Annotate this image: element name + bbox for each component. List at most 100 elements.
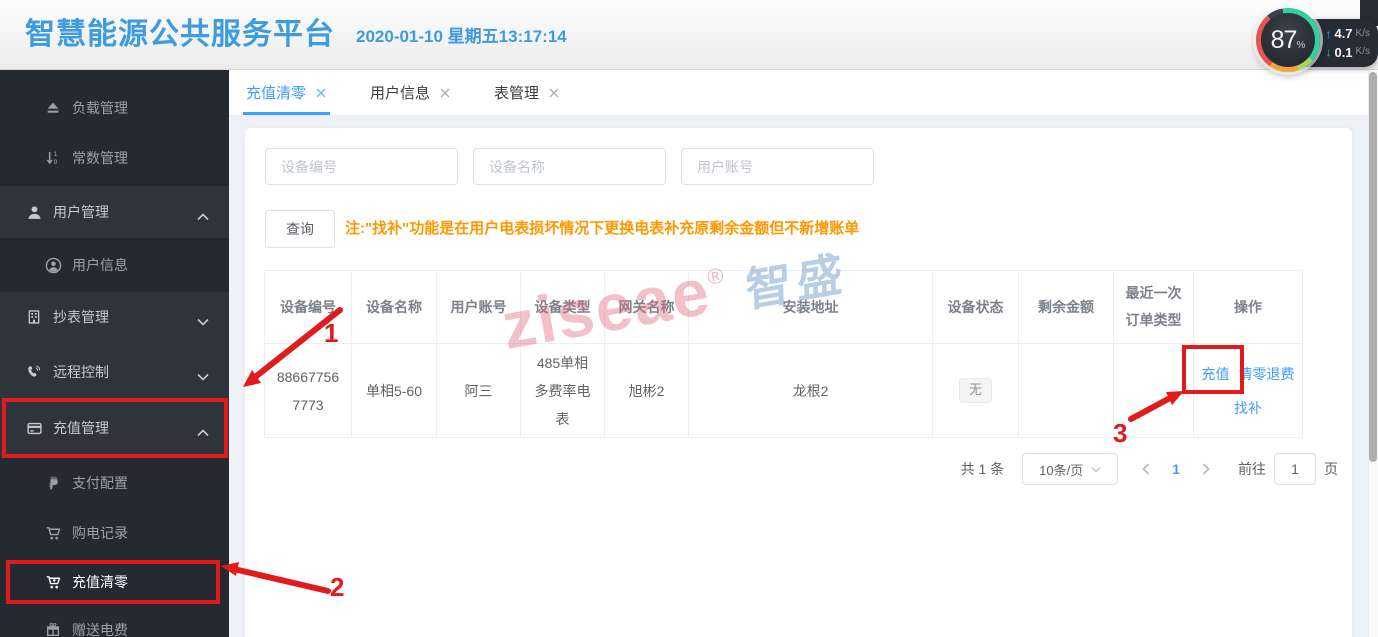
- tab-bar: 充值清零 用户信息 表管理: [229, 70, 1378, 116]
- cell-device-name: 单相5-60: [352, 344, 437, 438]
- page-unit-label: 页: [1324, 459, 1338, 479]
- sidebar-item-label: 充值管理: [53, 418, 109, 438]
- cell-device-type: 485单相多费率电表: [521, 344, 605, 438]
- phone-volume-icon: [25, 363, 43, 381]
- goto-page-input[interactable]: [1274, 453, 1316, 485]
- sidebar-item-label: 用户管理: [53, 202, 109, 222]
- gift-icon: [44, 621, 62, 637]
- page-title: 智慧能源公共服务平台: [25, 0, 335, 70]
- sidebar-item-recharge-mgmt[interactable]: 充值管理: [0, 406, 229, 450]
- cell-remaining-amount: [1019, 344, 1114, 438]
- pagination: 共 1 条 10条/页 1 前往 页: [961, 453, 1338, 485]
- reset-refund-link[interactable]: 清零退费: [1239, 360, 1295, 388]
- tab-label: 用户信息: [370, 82, 430, 103]
- tab-meter-mgmt[interactable]: 表管理: [491, 70, 563, 115]
- upload-speed-unit: K/s: [1356, 29, 1370, 39]
- recharge-link[interactable]: 充值: [1202, 360, 1230, 388]
- sidebar-item-recharge-reset[interactable]: 充值清零: [0, 560, 229, 604]
- close-icon[interactable]: [548, 87, 560, 99]
- download-speed-value: 0.1: [1334, 46, 1352, 59]
- header-datetime: 2020-01-10 星期五13:17:14: [356, 0, 567, 74]
- svg-text:1: 1: [54, 151, 58, 158]
- chevron-up-icon: [197, 208, 209, 224]
- current-page[interactable]: 1: [1172, 461, 1180, 477]
- sidebar-item-meter-reading[interactable]: 抄表管理: [0, 295, 229, 339]
- sidebar: 负载管理 19 常数管理 用户管理 用户信息: [0, 70, 229, 637]
- sidebar-item-load-mgmt[interactable]: 负载管理: [0, 86, 229, 130]
- sidebar-item-label: 购电记录: [72, 523, 128, 543]
- battery-ring-core: 87 %: [1261, 13, 1315, 67]
- scrollbar-thumb[interactable]: [1369, 72, 1377, 462]
- cart-arrow-down-icon: [44, 573, 62, 591]
- tab-recharge-reset[interactable]: 充值清零: [243, 70, 330, 115]
- col-remaining-amount: 剩余金额: [1019, 271, 1114, 344]
- col-last-order-type: 最近一次订单类型: [1114, 271, 1194, 344]
- query-button[interactable]: 查询: [265, 210, 335, 248]
- col-device-type: 设备类型: [521, 271, 605, 344]
- sidebar-item-purchase-records[interactable]: 购电记录: [0, 511, 229, 555]
- user-circle-icon: [44, 256, 62, 274]
- download-speed-row: ↓ 0.1 K/s: [1316, 46, 1370, 59]
- battery-ring-widget[interactable]: 87 %: [1256, 8, 1320, 72]
- goto-label: 前往: [1238, 459, 1266, 479]
- device-name-input[interactable]: [473, 148, 666, 185]
- device-table: 设备编号 设备名称 用户账号 设备类型 网关名称 安装地址 设备状态 剩余金额 …: [264, 270, 1302, 438]
- chevron-down-icon: [1091, 466, 1101, 473]
- col-install-address: 安装地址: [689, 271, 933, 344]
- status-badge: 无: [959, 378, 992, 403]
- makeup-link[interactable]: 找补: [1234, 394, 1262, 422]
- prev-page-button[interactable]: [1142, 463, 1150, 475]
- credit-card-icon: [25, 419, 43, 437]
- sidebar-item-label: 用户信息: [72, 255, 128, 275]
- page-size-value: 10条/页: [1039, 460, 1083, 479]
- download-arrow-icon: ↓: [1325, 46, 1331, 58]
- sidebar-item-label: 支付配置: [72, 473, 128, 493]
- user-account-input[interactable]: [681, 148, 874, 185]
- upload-speed-row: ↑ 4.7 K/s: [1316, 27, 1370, 40]
- cell-device-no: 886677567773: [265, 344, 352, 438]
- tab-label: 表管理: [494, 82, 539, 103]
- sidebar-item-user-mgmt[interactable]: 用户管理: [0, 190, 229, 234]
- building-icon: [25, 308, 43, 326]
- cart-icon: [44, 524, 62, 542]
- user-icon: [25, 203, 43, 221]
- cell-last-order-type: [1114, 344, 1194, 438]
- sidebar-item-user-info[interactable]: 用户信息: [0, 243, 229, 287]
- close-icon[interactable]: [439, 87, 451, 99]
- chevron-left-icon: [1142, 463, 1150, 475]
- sidebar-item-payment-config[interactable]: 支付配置: [0, 461, 229, 505]
- note-text: 注:"找补"功能是在用户电表损坏情况下更换电表补充原剩余金额但不新增账单: [345, 210, 859, 248]
- chevron-down-icon: [197, 368, 209, 384]
- next-page-button[interactable]: [1202, 463, 1210, 475]
- cell-operations: 充值 清零退费 找补: [1194, 344, 1303, 438]
- col-device-name: 设备名称: [352, 271, 437, 344]
- sidebar-item-constant-mgmt[interactable]: 19 常数管理: [0, 136, 229, 180]
- upload-arrow-icon: ↑: [1325, 28, 1331, 40]
- top-header: 智慧能源公共服务平台 2020-01-10 星期五13:17:14: [0, 0, 1378, 70]
- battery-percent: 87: [1271, 26, 1297, 55]
- page-size-select[interactable]: 10条/页: [1022, 453, 1118, 485]
- tab-user-info[interactable]: 用户信息: [367, 70, 454, 115]
- svg-text:9: 9: [54, 159, 58, 166]
- sidebar-item-label: 负载管理: [72, 98, 128, 118]
- sidebar-item-label: 远程控制: [53, 362, 109, 382]
- cell-gateway-name: 旭彬2: [605, 344, 689, 438]
- download-speed-unit: K/s: [1356, 47, 1370, 57]
- col-gateway-name: 网关名称: [605, 271, 689, 344]
- sidebar-item-remote-control[interactable]: 远程控制: [0, 350, 229, 394]
- chevron-right-icon: [1202, 463, 1210, 475]
- eject-icon: [44, 99, 62, 117]
- sort-numeric-icon: 19: [44, 149, 62, 167]
- chevron-up-icon: [197, 424, 209, 440]
- cell-device-status: 无: [933, 344, 1019, 438]
- battery-percent-sign: %: [1296, 40, 1305, 51]
- col-operations: 操作: [1194, 271, 1303, 344]
- close-icon[interactable]: [315, 87, 327, 99]
- col-device-status: 设备状态: [933, 271, 1019, 344]
- sidebar-item-label: 赠送电费: [72, 620, 128, 637]
- col-device-no: 设备编号: [265, 271, 352, 344]
- paypal-icon: [44, 474, 62, 492]
- sidebar-item-gift-electricity[interactable]: 赠送电费: [0, 608, 229, 637]
- device-no-input[interactable]: [265, 148, 458, 185]
- sidebar-item-label: 充值清零: [72, 572, 128, 592]
